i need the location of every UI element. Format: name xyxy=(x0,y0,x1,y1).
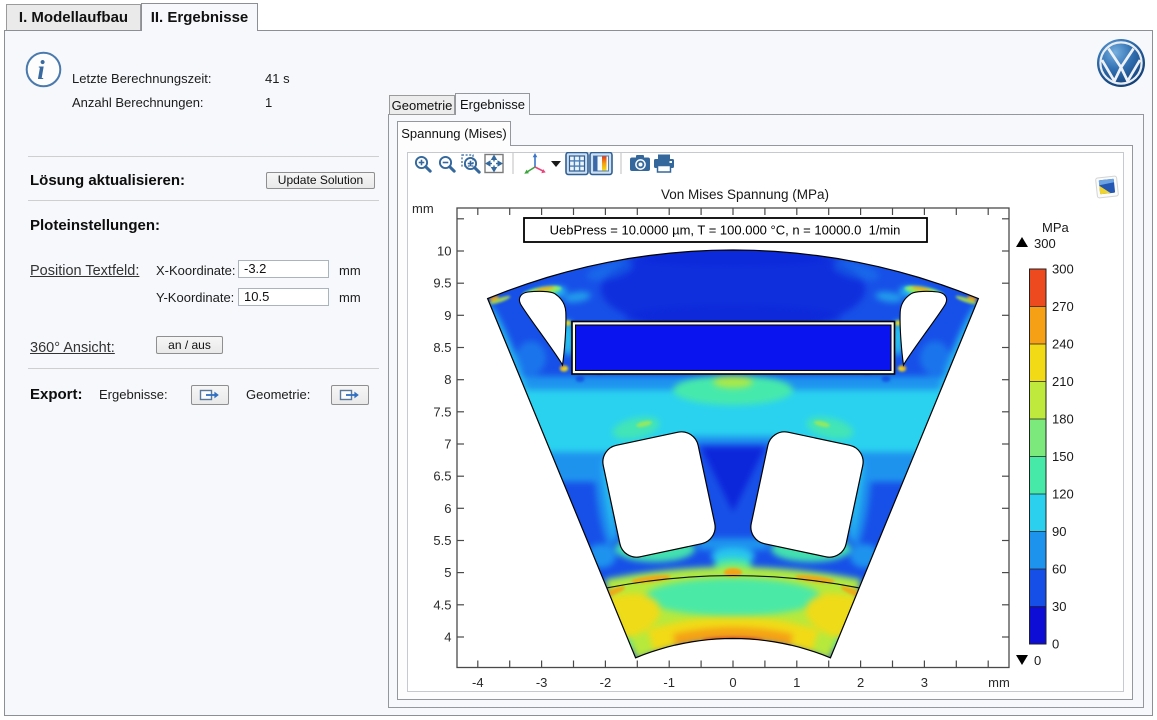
svg-text:mm: mm xyxy=(988,675,1010,690)
svg-text:270: 270 xyxy=(1052,299,1074,314)
svg-text:120: 120 xyxy=(1052,487,1074,502)
svg-text:10: 10 xyxy=(437,244,451,259)
svg-text:i: i xyxy=(37,55,45,85)
svg-text:4: 4 xyxy=(444,630,451,645)
svg-text:90: 90 xyxy=(1052,524,1066,539)
svg-text:-2: -2 xyxy=(600,675,612,690)
svg-text:7.5: 7.5 xyxy=(433,404,451,419)
svg-text:9: 9 xyxy=(444,308,451,323)
svg-text:-3: -3 xyxy=(536,675,548,690)
svg-text:150: 150 xyxy=(1052,449,1074,464)
svg-text:Von Mises Spannung (MPa): Von Mises Spannung (MPa) xyxy=(661,187,829,202)
svg-text:mm: mm xyxy=(412,201,434,216)
svg-text:180: 180 xyxy=(1052,412,1074,427)
svg-text:60: 60 xyxy=(1052,562,1066,577)
svg-text:210: 210 xyxy=(1052,374,1074,389)
svg-text:0: 0 xyxy=(1034,653,1041,668)
svg-text:5: 5 xyxy=(444,565,451,580)
svg-text:3: 3 xyxy=(921,675,928,690)
svg-text:300: 300 xyxy=(1034,236,1056,251)
svg-text:8: 8 xyxy=(444,372,451,387)
svg-text:8.5: 8.5 xyxy=(433,340,451,355)
svg-text:5.5: 5.5 xyxy=(433,533,451,548)
svg-text:MPa: MPa xyxy=(1042,220,1070,235)
svg-text:240: 240 xyxy=(1052,337,1074,352)
svg-text:UebPress = 10.0000 µm, T = 100: UebPress = 10.0000 µm, T = 100.000 °C, n… xyxy=(550,223,901,238)
svg-text:9.5: 9.5 xyxy=(433,276,451,291)
svg-text:0: 0 xyxy=(1052,637,1059,652)
svg-text:-1: -1 xyxy=(663,675,675,690)
svg-text:6: 6 xyxy=(444,501,451,516)
svg-text:6.5: 6.5 xyxy=(433,469,451,484)
svg-text:30: 30 xyxy=(1052,599,1066,614)
svg-text:-4: -4 xyxy=(472,675,484,690)
svg-text:0: 0 xyxy=(729,675,736,690)
svg-text:2: 2 xyxy=(857,675,864,690)
svg-text:300: 300 xyxy=(1052,262,1074,277)
svg-text:7: 7 xyxy=(444,437,451,452)
svg-text:1: 1 xyxy=(793,675,800,690)
svg-text:4.5: 4.5 xyxy=(433,597,451,612)
